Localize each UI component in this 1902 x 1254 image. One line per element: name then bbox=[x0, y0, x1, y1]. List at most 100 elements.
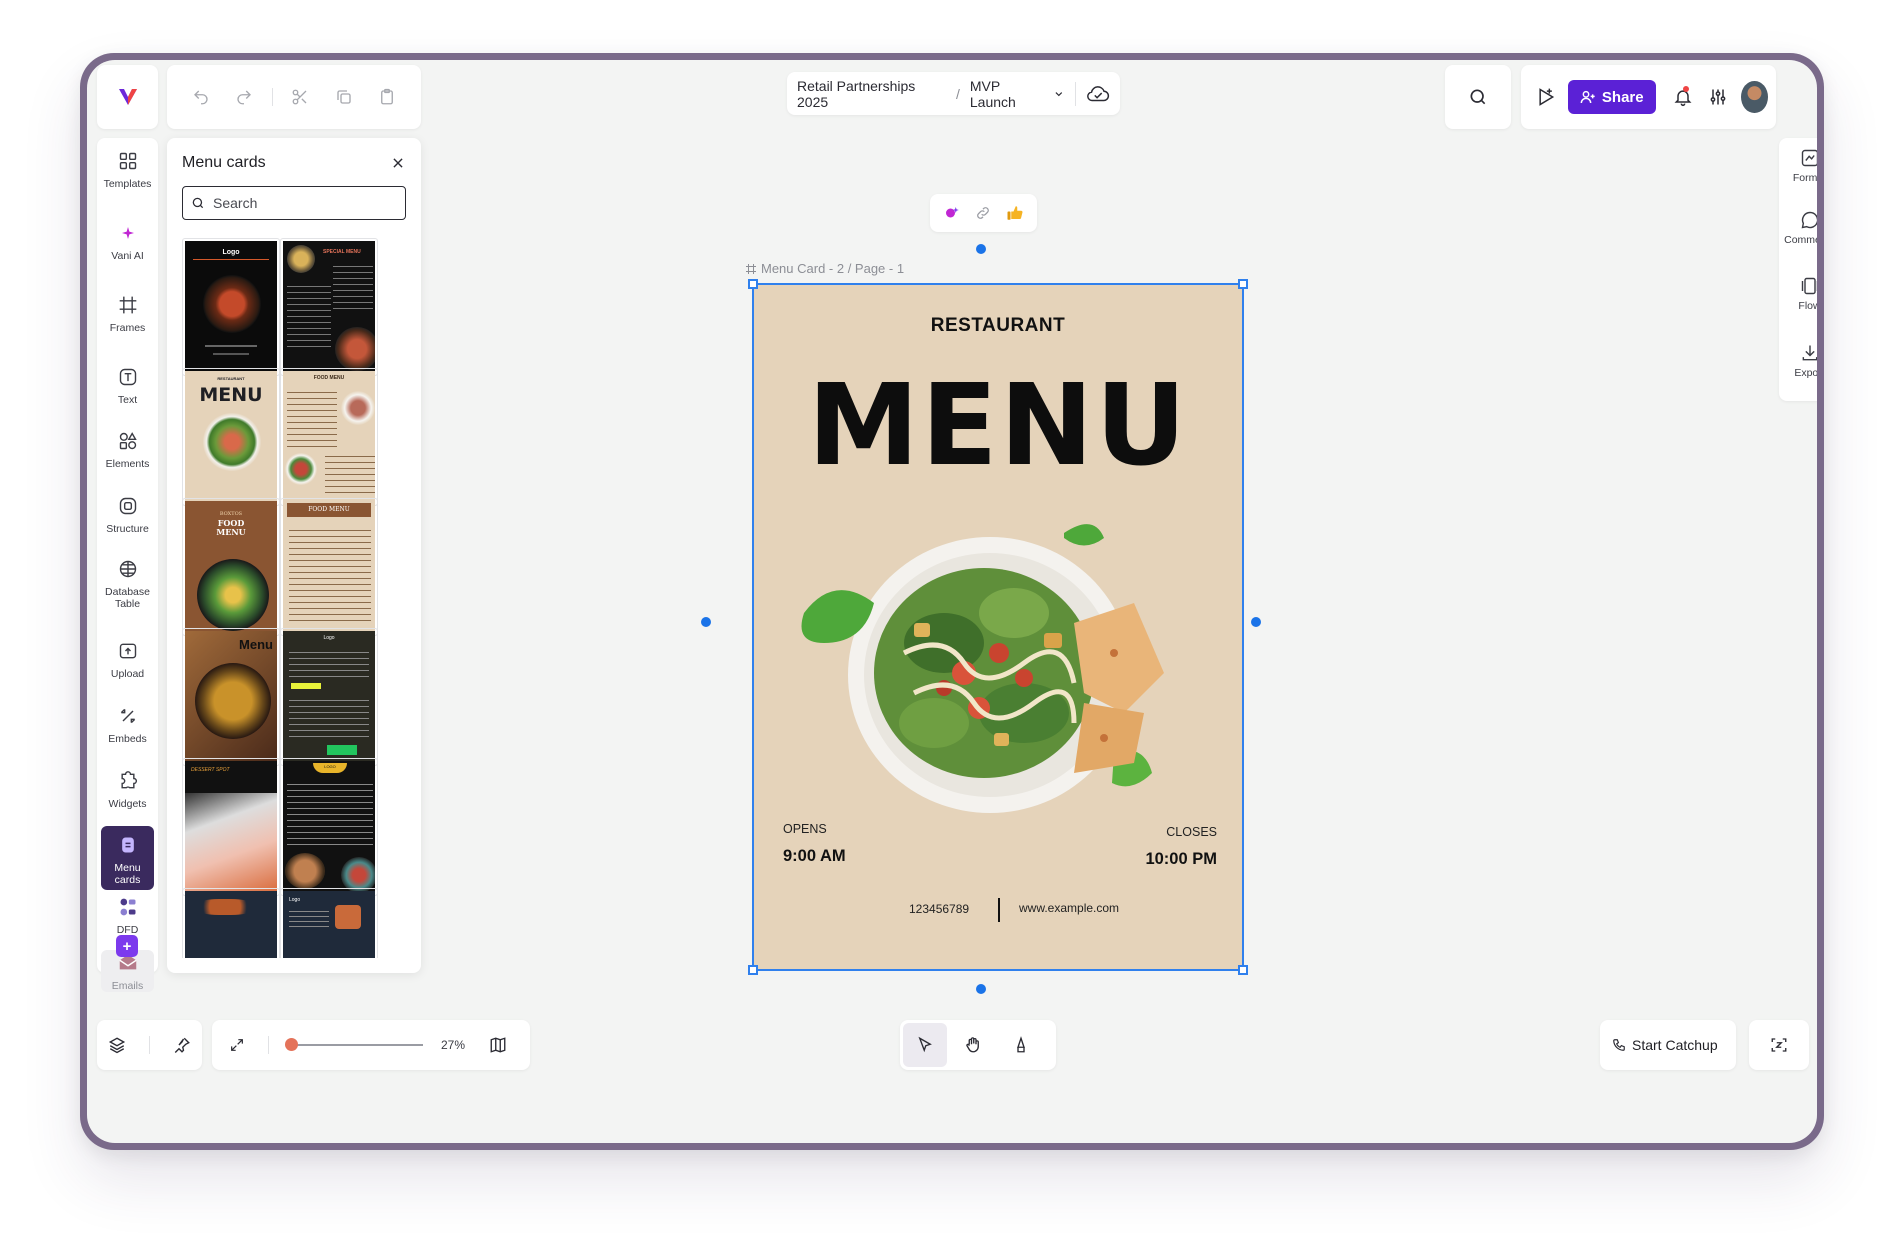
menu-closes-time: 10:00 PM bbox=[1145, 850, 1217, 868]
close-icon[interactable] bbox=[387, 152, 409, 174]
right-item-format[interactable]: Format bbox=[1779, 148, 1817, 184]
connector-handle-left[interactable] bbox=[701, 617, 711, 627]
frame-icon bbox=[746, 263, 756, 274]
catchup-label: Start Catchup bbox=[1632, 1037, 1718, 1053]
resize-handle-bottom-left[interactable] bbox=[748, 965, 758, 975]
breadcrumb-divider bbox=[1075, 81, 1076, 106]
app-logo[interactable] bbox=[97, 65, 158, 129]
add-user-icon bbox=[1580, 90, 1595, 104]
template-thumbnail[interactable]: FOOD MENU bbox=[280, 368, 378, 506]
notification-dot bbox=[1682, 86, 1689, 92]
edit-toolbar bbox=[167, 65, 421, 129]
breadcrumb-workspace[interactable]: Retail Partnerships 2025 bbox=[797, 78, 946, 110]
sidebar-item-database-table[interactable]: Database Table bbox=[97, 556, 158, 610]
frame-label[interactable]: Menu Card - 2 / Page - 1 bbox=[745, 261, 904, 276]
template-thumbnail[interactable]: LOGO bbox=[280, 758, 378, 896]
toolbar-divider bbox=[271, 88, 273, 106]
notification-bell-icon[interactable] bbox=[1666, 76, 1701, 118]
page-dropdown[interactable]: MVP Launch bbox=[970, 78, 1065, 110]
resize-handle-top-left[interactable] bbox=[748, 279, 758, 289]
add-app-button[interactable]: + bbox=[116, 935, 138, 957]
template-thumbnail[interactable]: DESSERT SPOT bbox=[182, 758, 280, 896]
select-tool[interactable] bbox=[903, 1023, 947, 1067]
sidebar-item-embeds[interactable]: Embeds bbox=[97, 703, 158, 745]
template-thumbnail[interactable]: Logo bbox=[182, 238, 280, 376]
template-thumbnail[interactable]: Logo bbox=[280, 628, 378, 766]
share-button[interactable]: Share bbox=[1567, 80, 1656, 114]
canvas-tools bbox=[900, 1020, 1056, 1070]
template-thumbnail[interactable]: BOXTOS FOOD MENU bbox=[182, 498, 280, 636]
fullscreen-icon[interactable] bbox=[222, 1037, 252, 1053]
zoom-value: 27% bbox=[441, 1038, 466, 1052]
template-thumbnail[interactable] bbox=[182, 888, 280, 958]
sidebar-item-vani-ai[interactable]: Vani AI bbox=[97, 220, 158, 262]
pointer-icon bbox=[918, 1036, 932, 1053]
pen-tool[interactable] bbox=[999, 1023, 1043, 1067]
template-grid: Logo SPECIAL MENU RESTAURANT MENU FOOD M… bbox=[182, 238, 406, 958]
right-item-comments[interactable]: Comments bbox=[1779, 210, 1817, 246]
sidebar-item-templates[interactable]: Templates bbox=[97, 148, 158, 190]
sidebar-item-label: Menu cards bbox=[114, 862, 141, 886]
sidebar-item-elements[interactable]: Elements bbox=[97, 428, 158, 470]
sidebar-item-label: Templates bbox=[103, 178, 152, 190]
zoom-slider[interactable] bbox=[285, 1038, 423, 1051]
undo-icon[interactable] bbox=[181, 76, 220, 118]
zoom-slider-knob[interactable] bbox=[285, 1038, 298, 1051]
template-thumbnail[interactable]: Menu bbox=[182, 628, 280, 766]
start-catchup-button[interactable]: Start Catchup bbox=[1600, 1020, 1736, 1070]
template-thumbnail[interactable]: SPECIAL MENU bbox=[280, 238, 378, 376]
search-icon bbox=[1470, 89, 1486, 105]
frame-icon bbox=[115, 292, 141, 318]
sidebar-item-menu-cards[interactable]: Menu cards bbox=[101, 826, 154, 890]
bottom-left-tools bbox=[97, 1020, 202, 1070]
sidebar-item-label: Database Table bbox=[105, 586, 150, 610]
zoom-to-fit-button[interactable] bbox=[1749, 1020, 1809, 1070]
device-frame: Retail Partnerships 2025 / MVP Launch Sh… bbox=[80, 53, 1824, 1150]
cloud-saved-icon[interactable] bbox=[1086, 84, 1110, 104]
pan-tool[interactable] bbox=[951, 1023, 995, 1067]
rotate-handle[interactable] bbox=[976, 244, 986, 254]
sidebar-item-frames[interactable]: Frames bbox=[97, 292, 158, 334]
right-item-label: Format bbox=[1792, 172, 1817, 184]
right-item-export[interactable]: Export bbox=[1779, 343, 1817, 379]
sidebar-item-text[interactable]: Text bbox=[97, 364, 158, 406]
template-thumbnail[interactable]: FOOD MENU bbox=[280, 498, 378, 636]
link-icon[interactable] bbox=[975, 205, 991, 221]
sidebar-item-label: Widgets bbox=[108, 798, 147, 810]
sidebar-item-structure[interactable]: Structure bbox=[97, 493, 158, 535]
present-icon[interactable] bbox=[1529, 76, 1564, 118]
frame-reactions bbox=[930, 194, 1037, 232]
connector-handle-bottom[interactable] bbox=[976, 984, 986, 994]
share-label: Share bbox=[1601, 88, 1644, 106]
search-input[interactable] bbox=[213, 195, 383, 211]
connector-handle-right[interactable] bbox=[1251, 617, 1261, 627]
cut-icon[interactable] bbox=[281, 76, 320, 118]
duplicate-icon[interactable] bbox=[324, 76, 363, 118]
template-thumbnail[interactable]: RESTAURANT MENU bbox=[182, 368, 280, 506]
sidebar-item-widgets[interactable]: Widgets bbox=[97, 768, 158, 810]
sidebar-item-label: Text bbox=[117, 394, 138, 406]
pin-icon[interactable] bbox=[173, 1036, 191, 1054]
resize-handle-bottom-right[interactable] bbox=[1238, 965, 1248, 975]
template-thumbnail[interactable]: Logo bbox=[280, 888, 378, 958]
right-item-flow[interactable]: Flow bbox=[1779, 276, 1817, 312]
sidebar-item-dfd[interactable]: DFD bbox=[97, 894, 158, 936]
search-button[interactable] bbox=[1445, 65, 1511, 129]
user-avatar[interactable] bbox=[1741, 81, 1769, 113]
menu-card-icon bbox=[115, 832, 141, 858]
thumbs-up-icon[interactable] bbox=[1006, 204, 1024, 222]
thumbnail-caption: Logo bbox=[222, 249, 240, 256]
sidebar-item-label: Frames bbox=[109, 322, 146, 334]
menu-card-frame[interactable]: RESTAURANT MENU OPENS 9:00 AM CLOSES 10:… bbox=[748, 279, 1248, 975]
settings-sliders-icon[interactable] bbox=[1701, 76, 1736, 118]
sidebar-item-upload[interactable]: Upload bbox=[97, 638, 158, 680]
thumbnail-subtitle: RESTAURANT bbox=[217, 376, 245, 381]
redo-icon[interactable] bbox=[224, 76, 263, 118]
resize-handle-top-right[interactable] bbox=[1238, 279, 1248, 289]
menu-opens-time: 9:00 AM bbox=[783, 847, 846, 865]
menu-website: www.example.com bbox=[1019, 901, 1120, 915]
clipboard-icon[interactable] bbox=[368, 76, 407, 118]
ai-sparkle-icon[interactable] bbox=[943, 204, 961, 222]
layers-icon[interactable] bbox=[108, 1036, 126, 1054]
minimap-icon[interactable] bbox=[489, 1036, 507, 1054]
